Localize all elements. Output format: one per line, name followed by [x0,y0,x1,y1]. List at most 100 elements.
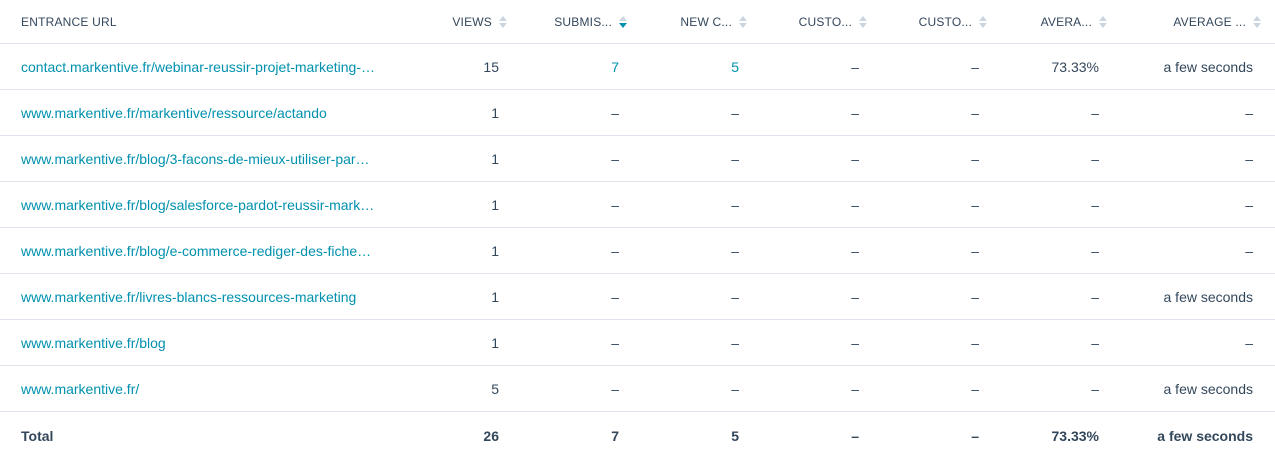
custom-1-cell: – [761,365,881,412]
views-cell: 1 [400,89,521,136]
submissions-cell: – [521,273,641,320]
total-average-2: a few seconds [1157,427,1253,444]
entrance-url-link[interactable]: www.markentive.fr/blog/3-facons-de-mieux… [0,135,400,182]
average-2-cell: – [1121,227,1275,274]
submissions-cell[interactable]: 7 [521,43,641,90]
sort-icon [1099,15,1107,28]
sort-icon [859,15,867,28]
total-new-contacts: 5 [731,427,739,444]
submissions-cell: – [521,227,641,274]
column-header-views[interactable]: VIEWS [400,0,521,44]
column-header-average-2[interactable]: AVERAGE ... [1121,0,1275,44]
submissions-cell: – [521,181,641,228]
entrance-url-link[interactable]: www.markentive.fr/blog [0,319,400,366]
submissions-cell: – [521,89,641,136]
average-1-cell: – [1001,135,1121,182]
custom-2-cell: – [881,365,1001,412]
total-average-1: 73.33% [1051,427,1099,444]
total-row: Total 26 7 5 – – 73.33% a few seconds [0,412,1275,459]
custom-2-cell: – [881,227,1001,274]
views-cell: 1 [400,319,521,366]
total-submissions: 7 [611,427,619,444]
average-1-cell: – [1001,227,1121,274]
table-row: www.markentive.fr/blog/3-facons-de-mieux… [0,135,1275,182]
column-header-label: AVERA... [1040,14,1092,29]
entrance-url-table: ENTRANCE URL VIEWS SUBMIS... NEW C... CU… [0,0,1275,459]
custom-1-cell: – [761,227,881,274]
submissions-cell: – [521,135,641,182]
custom-2-cell: – [881,273,1001,320]
table-row: contact.markentive.fr/webinar-reussir-pr… [0,43,1275,90]
views-cell: 1 [400,135,521,182]
total-label: Total [21,427,54,444]
average-2-cell: – [1121,319,1275,366]
custom-2-cell: – [881,135,1001,182]
custom-1-cell: – [761,273,881,320]
sort-icon [979,15,987,28]
table-row: www.markentive.fr/blog/salesforce-pardot… [0,181,1275,228]
total-custom-2: – [971,427,979,444]
column-header-label: CUSTO... [798,14,852,29]
new-contacts-cell: – [641,319,761,366]
views-cell: 5 [400,365,521,412]
column-header-label: NEW C... [680,14,732,29]
table-row: www.markentive.fr/blog 1– – – – – – [0,319,1275,366]
new-contacts-cell: – [641,273,761,320]
column-header-entrance-url: ENTRANCE URL [0,0,400,44]
submissions-cell: – [521,319,641,366]
sort-icon [499,15,507,28]
column-header-custom-2[interactable]: CUSTO... [881,0,1001,44]
column-header-average-1[interactable]: AVERA... [1001,0,1121,44]
average-2-cell: a few seconds [1121,365,1275,412]
custom-2-cell: – [881,319,1001,366]
table-row: www.markentive.fr/blog/e-commerce-redige… [0,227,1275,274]
entrance-url-link[interactable]: www.markentive.fr/blog/e-commerce-redige… [0,227,400,274]
entrance-url-link[interactable]: www.markentive.fr/markentive/ressource/a… [0,89,400,136]
average-1-cell: 73.33% [1001,43,1121,90]
column-header-label: CUSTO... [918,14,972,29]
average-2-cell: – [1121,135,1275,182]
new-contacts-cell: – [641,135,761,182]
average-2-cell: a few seconds [1121,43,1275,90]
average-1-cell: – [1001,319,1121,366]
column-header-label: SUBMIS... [554,14,612,29]
custom-1-cell: – [761,181,881,228]
new-contacts-cell: – [641,365,761,412]
column-header-new-contacts[interactable]: NEW C... [641,0,761,44]
average-1-cell: – [1001,89,1121,136]
custom-1-cell: – [761,89,881,136]
submissions-cell: – [521,365,641,412]
header-row: ENTRANCE URL VIEWS SUBMIS... NEW C... CU… [0,0,1275,44]
total-views: 26 [483,427,499,444]
column-header-custom-1[interactable]: CUSTO... [761,0,881,44]
views-cell: 15 [400,43,521,90]
custom-2-cell: – [881,89,1001,136]
average-1-cell: – [1001,365,1121,412]
average-2-cell: – [1121,181,1275,228]
average-1-cell: – [1001,273,1121,320]
sort-desc-icon [619,15,627,28]
entrance-url-link[interactable]: www.markentive.fr/livres-blancs-ressourc… [0,273,400,320]
custom-1-cell: – [761,135,881,182]
entrance-url-link[interactable]: www.markentive.fr/blog/salesforce-pardot… [0,181,400,228]
custom-2-cell: – [881,43,1001,90]
new-contacts-cell: – [641,89,761,136]
average-2-cell: a few seconds [1121,273,1275,320]
custom-2-cell: – [881,181,1001,228]
total-custom-1: – [851,427,859,444]
sort-icon [1253,15,1261,28]
new-contacts-cell: – [641,227,761,274]
average-2-cell: – [1121,89,1275,136]
views-cell: 1 [400,227,521,274]
table-row: www.markentive.fr/livres-blancs-ressourc… [0,273,1275,320]
column-header-submissions[interactable]: SUBMIS... [521,0,641,44]
average-1-cell: – [1001,181,1121,228]
entrance-url-link[interactable]: contact.markentive.fr/webinar-reussir-pr… [0,43,400,90]
new-contacts-cell[interactable]: 5 [641,43,761,90]
column-header-label: AVERAGE ... [1173,14,1246,29]
entrance-url-link[interactable]: www.markentive.fr/ [0,365,400,412]
table-row: www.markentive.fr/markentive/ressource/a… [0,89,1275,136]
table-row: www.markentive.fr/5– – – – – a few seconds [0,365,1275,412]
views-cell: 1 [400,273,521,320]
views-cell: 1 [400,181,521,228]
